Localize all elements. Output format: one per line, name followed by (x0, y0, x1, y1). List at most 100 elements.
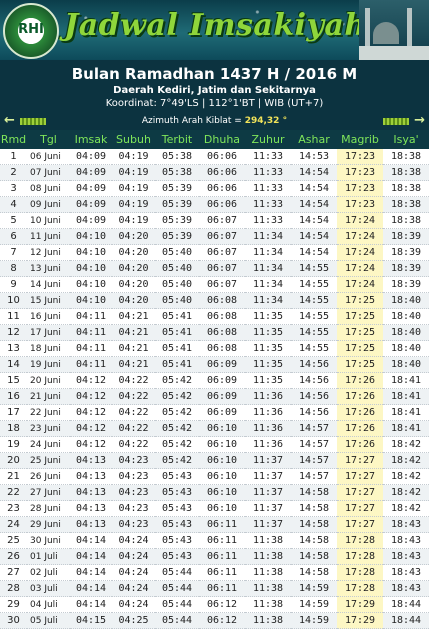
table-cell: 11:35 (245, 340, 291, 357)
arrow-left-icon[interactable]: ← (4, 113, 15, 128)
table-cell: 18:43 (383, 580, 429, 597)
table-cell: 10 Juni (27, 212, 70, 229)
table-cell: 18:39 (383, 276, 429, 293)
table-cell: 18:40 (383, 292, 429, 309)
table-cell: 04:12 (70, 404, 112, 421)
table-cell: 04:14 (70, 580, 112, 597)
table-cell: 21 (0, 468, 27, 485)
table-row: 29 04 Juli 04:14 04:24 05:44 06:12 11:38 14:59 1… (0, 596, 429, 613)
table-cell: 15 (0, 372, 27, 389)
table-cell: 17 (0, 404, 27, 421)
table-cell: 14 (0, 356, 27, 373)
table-cell: 17:23 (337, 180, 383, 197)
table-cell: 05:42 (155, 436, 199, 453)
table-cell: 05:38 (155, 164, 199, 181)
column-header: Dhuha (199, 130, 245, 149)
table-cell: 14:55 (291, 340, 337, 357)
table-cell: 14:56 (291, 388, 337, 405)
table-cell: 11:37 (245, 484, 291, 501)
table-row: 14 19 Juni 04:11 04:21 05:41 06:09 11:35 14:56 1… (0, 356, 429, 373)
table-cell: 06:10 (199, 420, 245, 437)
table-cell: 04:24 (112, 596, 155, 613)
table-cell: 04:13 (70, 516, 112, 533)
table-cell: 11:33 (245, 212, 291, 229)
table-cell: 15 Juni (27, 292, 70, 309)
table-cell: 05:40 (155, 292, 199, 309)
table-cell: 06:06 (199, 196, 245, 213)
table-cell: 14:56 (291, 404, 337, 421)
table-cell: 05:38 (155, 149, 199, 165)
table-cell: 04:11 (70, 308, 112, 325)
table-cell: 07 Juni (27, 164, 70, 181)
table-cell: 11:36 (245, 420, 291, 437)
table-cell: 04:10 (70, 292, 112, 309)
table-cell: 26 (0, 548, 27, 565)
table-body: 1 06 Juni 04:09 04:19 05:38 06:06 11:33 14:53 17… (0, 149, 429, 629)
table-cell: 06:11 (199, 564, 245, 581)
table-cell: 14:55 (291, 324, 337, 341)
table-cell: 06:08 (199, 324, 245, 341)
table-cell: 04:15 (70, 612, 112, 629)
table-cell: 24 (0, 516, 27, 533)
table-cell: 04:10 (70, 260, 112, 277)
table-row: 6 11 Juni 04:10 04:20 05:39 06:07 11:34 14:54 17… (0, 228, 429, 245)
table-cell: 05:40 (155, 244, 199, 261)
table-cell: 1 (0, 149, 27, 165)
table-row: 5 10 Juni 04:09 04:19 05:39 06:07 11:33 14:54 17… (0, 212, 429, 229)
arrow-right-icon[interactable]: → (414, 113, 425, 128)
mosque-base (359, 46, 429, 60)
table-cell: 05:39 (155, 212, 199, 229)
table-cell: 05:41 (155, 324, 199, 341)
table-row: 23 28 Juni 04:13 04:23 05:43 06:10 11:37 14:58 1… (0, 500, 429, 517)
table-cell: 04:12 (70, 372, 112, 389)
table-cell: 11:38 (245, 532, 291, 549)
table-cell: 17:26 (337, 372, 383, 389)
table-cell: 18:39 (383, 244, 429, 261)
table-cell: 13 Juni (27, 260, 70, 277)
table-cell: 17:27 (337, 500, 383, 517)
table-cell: 06:06 (199, 149, 245, 165)
table-cell: 17:25 (337, 324, 383, 341)
table-row: 22 27 Juni 04:13 04:23 05:43 06:10 11:37 14:58 1… (0, 484, 429, 501)
table-cell: 11:33 (245, 149, 291, 165)
table-cell: 28 (0, 580, 27, 597)
azimuth-value: 294,32 ° (244, 116, 288, 126)
table-cell: 17:24 (337, 228, 383, 245)
table-cell: 20 Juni (27, 372, 70, 389)
table-cell: 18:43 (383, 564, 429, 581)
table-cell: 04:09 (70, 180, 112, 197)
table-row: 17 22 Juni 04:12 04:22 05:42 06:09 11:36 14:56 1… (0, 404, 429, 421)
table-cell: 05:42 (155, 420, 199, 437)
table-cell: 04:09 (70, 164, 112, 181)
table-cell: 14:58 (291, 532, 337, 549)
table-cell: 17:23 (337, 164, 383, 181)
table-cell: 29 Juni (27, 516, 70, 533)
table-row: 16 21 Juni 04:12 04:22 05:42 06:09 11:36 14:56 1… (0, 388, 429, 405)
table-cell: 04:20 (112, 260, 155, 277)
table-cell: 04:14 (70, 596, 112, 613)
table-cell: 04:19 (112, 212, 155, 229)
table-cell: 18:42 (383, 452, 429, 469)
table-cell: 19 Juni (27, 356, 70, 373)
table-cell: 06:10 (199, 436, 245, 453)
table-cell: 11:38 (245, 548, 291, 565)
table-cell: 04:14 (70, 548, 112, 565)
table-cell: 05:43 (155, 532, 199, 549)
table-cell: 04:11 (70, 324, 112, 341)
table-cell: 14:53 (291, 149, 337, 165)
table-cell: 11:34 (245, 228, 291, 245)
table-cell: 23 (0, 500, 27, 517)
table-cell: 08 Juni (27, 180, 70, 197)
table-cell: 17:27 (337, 484, 383, 501)
table-cell: 05:41 (155, 308, 199, 325)
table-cell: 04:19 (112, 180, 155, 197)
table-cell: 05:42 (155, 452, 199, 469)
table-cell: 04:14 (70, 564, 112, 581)
coordinates-label: Koordinat: 7°49'LS | 112°1'BT | WIB (UT+… (105, 98, 324, 109)
table-cell: 18 Juni (27, 340, 70, 357)
table-cell: 11:35 (245, 308, 291, 325)
table-cell: 06:06 (199, 180, 245, 197)
pattern-right (383, 118, 409, 125)
table-cell: 18:40 (383, 340, 429, 357)
table-cell: 04:23 (112, 500, 155, 517)
